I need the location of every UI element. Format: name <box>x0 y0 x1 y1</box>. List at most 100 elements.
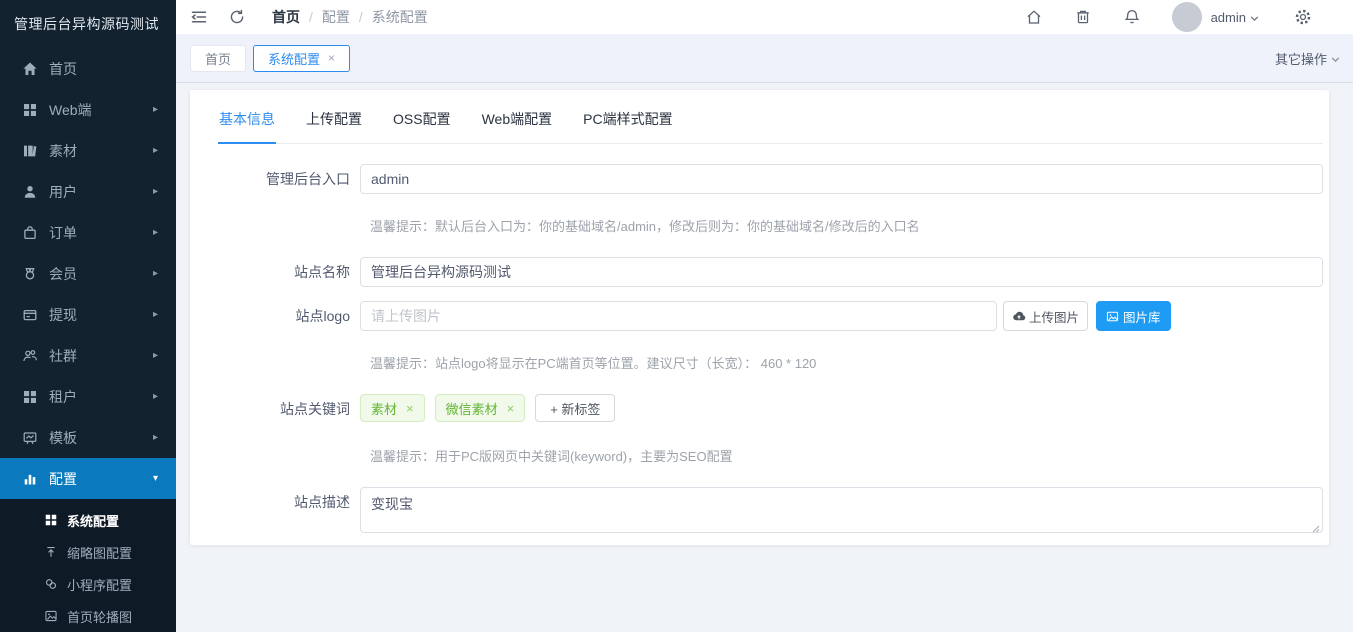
page-tab-system-config[interactable]: 系统配置 × <box>253 45 350 72</box>
sidebar-item-label: 用户 <box>49 182 153 202</box>
home-icon <box>22 61 38 77</box>
sidebar-item-withdraw[interactable]: 提现 ▸ <box>0 294 176 335</box>
page-tags-bar: 首页 系统配置 × 其它操作 <box>176 34 1353 83</box>
site-keywords-label: 站点关键词 <box>218 394 360 424</box>
add-tag-button[interactable]: + 新标签 <box>535 394 615 422</box>
sidebar-item-templates[interactable]: 模板 ▸ <box>0 417 176 458</box>
avatar[interactable] <box>1172 2 1202 32</box>
tab-pc-style-config[interactable]: PC端样式配置 <box>582 98 673 143</box>
chevron-down-icon: ▾ <box>153 473 158 484</box>
sidebar-item-tenants[interactable]: 租户 ▸ <box>0 376 176 417</box>
bag-icon <box>22 225 38 241</box>
page-tab-label: 系统配置 <box>268 49 320 68</box>
site-name-input[interactable] <box>360 257 1323 287</box>
sidebar-item-web[interactable]: Web端 ▸ <box>0 89 176 130</box>
collection-icon <box>22 143 38 159</box>
sidebar-subitem-miniprogram-config[interactable]: 小程序配置 <box>0 568 176 600</box>
username-label: admin <box>1211 10 1246 25</box>
site-desc-label: 站点描述 <box>218 487 360 517</box>
sidebar-subitem-system-config[interactable]: 系统配置 <box>0 504 176 536</box>
refresh-icon[interactable] <box>228 8 246 26</box>
home-outline-icon[interactable] <box>1025 8 1043 26</box>
image-icon <box>44 609 58 623</box>
sidebar-item-label: 订单 <box>49 223 153 243</box>
breadcrumb-item[interactable]: 系统配置 <box>372 7 428 27</box>
image-icon <box>1106 310 1119 323</box>
sidebar-item-label: 配置 <box>49 469 153 489</box>
grid-icon <box>22 102 38 118</box>
tab-oss-config[interactable]: OSS配置 <box>392 98 452 143</box>
upload-image-button[interactable]: 上传图片 <box>1003 301 1088 331</box>
page-tab-label: 首页 <box>205 49 231 68</box>
admin-entry-input[interactable] <box>360 164 1323 194</box>
topbar: 首页 / 配置 / 系统配置 admin <box>176 0 1353 34</box>
more-operations-label: 其它操作 <box>1275 49 1327 68</box>
sidebar-item-label: 模板 <box>49 428 153 448</box>
close-icon[interactable]: × <box>328 52 335 64</box>
tab-web-config[interactable]: Web端配置 <box>481 98 554 143</box>
sidebar-subitem-label: 系统配置 <box>67 511 119 530</box>
settings-tabs: 基本信息 上传配置 OSS配置 Web端配置 PC端样式配置 <box>218 98 1323 144</box>
app-title: 管理后台异构源码测试 <box>0 0 176 48</box>
sidebar-item-label: 租户 <box>49 387 153 407</box>
upload-image-label: 上传图片 <box>1029 307 1079 326</box>
sidebar-subitem-label: 缩略图配置 <box>67 543 132 562</box>
more-operations-dropdown[interactable]: 其它操作 <box>1275 49 1341 68</box>
site-logo-input[interactable] <box>360 301 997 331</box>
chevron-right-icon: ▸ <box>153 268 158 279</box>
basic-info-form: 管理后台入口 温馨提示：默认后台入口为：你的基础域名/admin，修改后则为：你… <box>218 144 1323 533</box>
sidebar-subitem-thumbnail-config[interactable]: 缩略图配置 <box>0 536 176 568</box>
upload-icon <box>44 545 58 559</box>
sidebar-item-label: 会员 <box>49 264 153 284</box>
chevron-down-icon <box>1330 53 1341 64</box>
sidebar-item-users[interactable]: 用户 ▸ <box>0 171 176 212</box>
image-gallery-button[interactable]: 图片库 <box>1096 301 1171 331</box>
site-desc-textarea[interactable]: 变现宝 <box>360 487 1323 533</box>
page-tab-home[interactable]: 首页 <box>190 45 246 72</box>
tab-upload-config[interactable]: 上传配置 <box>305 98 363 143</box>
sidebar-item-orders[interactable]: 订单 ▸ <box>0 212 176 253</box>
tab-basic-info[interactable]: 基本信息 <box>218 98 276 144</box>
user-icon <box>22 184 38 200</box>
sidebar-submenu-config: 系统配置 缩略图配置 小程序配置 首页轮播图 <box>0 499 176 632</box>
chevron-right-icon: ▸ <box>153 145 158 156</box>
sidebar-item-home[interactable]: 首页 <box>0 48 176 89</box>
bell-icon[interactable] <box>1123 8 1141 26</box>
close-icon[interactable]: × <box>507 402 515 415</box>
medal-icon <box>22 266 38 282</box>
breadcrumb-item[interactable]: 首页 <box>272 7 300 27</box>
sidebar-subitem-home-carousel[interactable]: 首页轮播图 <box>0 600 176 632</box>
keyword-tag-label: 微信素材 <box>446 399 498 418</box>
sidebar-menu: 首页 Web端 ▸ 素材 ▸ 用户 ▸ 订单 ▸ <box>0 48 176 632</box>
image-gallery-label: 图片库 <box>1123 307 1161 326</box>
chevron-right-icon: ▸ <box>153 432 158 443</box>
breadcrumb-item[interactable]: 配置 <box>322 7 350 27</box>
site-logo-hint: 温馨提示：站点logo将显示在PC端首页等位置。建议尺寸（长宽）： 460 * … <box>370 353 1323 372</box>
sidebar-item-label: Web端 <box>49 100 153 120</box>
breadcrumb-separator: / <box>359 9 363 25</box>
card-icon <box>22 307 38 323</box>
sidebar-item-community[interactable]: 社群 ▸ <box>0 335 176 376</box>
people-icon <box>22 348 38 364</box>
main-area: 首页 / 配置 / 系统配置 admin <box>176 0 1353 632</box>
sidebar-item-label: 首页 <box>49 59 158 79</box>
trash-icon[interactable] <box>1074 8 1092 26</box>
chevron-down-icon <box>1249 12 1260 23</box>
link-icon <box>44 577 58 591</box>
sidebar-subitem-label: 首页轮播图 <box>67 607 132 626</box>
breadcrumb-separator: / <box>309 9 313 25</box>
chevron-right-icon: ▸ <box>153 391 158 402</box>
sidebar-item-material[interactable]: 素材 ▸ <box>0 130 176 171</box>
collapse-menu-icon[interactable] <box>190 8 208 26</box>
sidebar-item-label: 素材 <box>49 141 153 161</box>
sidebar-item-config[interactable]: 配置 ▾ <box>0 458 176 499</box>
gear-icon[interactable] <box>1294 8 1312 26</box>
sidebar: 管理后台异构源码测试 首页 Web端 ▸ 素材 ▸ 用户 ▸ <box>0 0 176 632</box>
app-root: 管理后台异构源码测试 首页 Web端 ▸ 素材 ▸ 用户 ▸ <box>0 0 1353 632</box>
close-icon[interactable]: × <box>406 402 414 415</box>
site-logo-label: 站点logo <box>218 301 360 331</box>
sidebar-item-members[interactable]: 会员 ▸ <box>0 253 176 294</box>
keyword-tag: 微信素材 × <box>435 394 526 422</box>
admin-entry-label: 管理后台入口 <box>218 164 360 194</box>
user-menu[interactable]: admin <box>1211 10 1260 25</box>
